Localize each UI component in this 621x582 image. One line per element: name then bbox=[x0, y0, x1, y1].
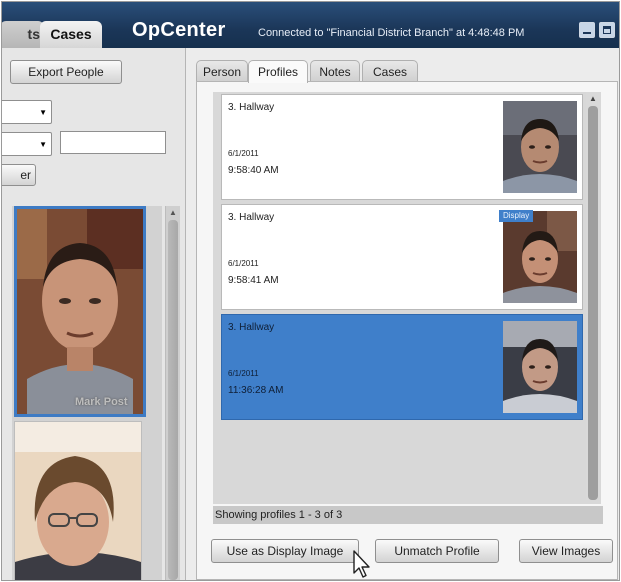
profiles-content: 3. Hallway 6/1/2011 9:58:40 AM 3. Hallwa… bbox=[196, 81, 618, 580]
profile-date: 6/1/2011 bbox=[228, 369, 259, 378]
profile-location: 3. Hallway bbox=[228, 212, 275, 223]
tab-notes[interactable]: Notes bbox=[310, 60, 360, 82]
profile-time: 11:36:28 AM bbox=[228, 385, 284, 396]
tab-cases-detail[interactable]: Cases bbox=[362, 60, 418, 82]
top-bar: ts Cases OpCenter Connected to "Financia… bbox=[2, 2, 619, 48]
profile-photo bbox=[503, 101, 577, 193]
person-thumbnail-selected[interactable]: Mark Post bbox=[14, 206, 146, 417]
profile-list: 3. Hallway 6/1/2011 9:58:40 AM 3. Hallwa… bbox=[213, 92, 601, 504]
tab-person[interactable]: Person bbox=[196, 60, 248, 82]
profile-time: 9:58:41 AM bbox=[228, 275, 279, 286]
unmatch-profile-button[interactable]: Unmatch Profile bbox=[375, 539, 499, 563]
scroll-thumb[interactable] bbox=[168, 220, 178, 580]
profile-date: 6/1/2011 bbox=[228, 259, 259, 268]
profile-date: 6/1/2011 bbox=[228, 149, 259, 158]
app-window: ts Cases OpCenter Connected to "Financia… bbox=[1, 1, 620, 581]
profile-time: 9:58:40 AM bbox=[228, 165, 279, 176]
profile-location: 3. Hallway bbox=[228, 322, 275, 333]
scroll-up-arrow-icon[interactable]: ▲ bbox=[589, 94, 597, 103]
tab-profiles[interactable]: Profiles bbox=[248, 60, 308, 83]
scroll-thumb[interactable] bbox=[588, 106, 598, 500]
person-name-label: Mark Post bbox=[75, 396, 128, 408]
right-panel: Person Profiles Notes Cases 3. Hallway 6… bbox=[186, 48, 619, 580]
profiles-count-status: Showing profiles 1 - 3 of 3 bbox=[213, 506, 603, 524]
left-scrollbar[interactable]: ▲ bbox=[165, 206, 180, 580]
use-as-display-image-button[interactable]: Use as Display Image bbox=[211, 539, 359, 563]
tab-cases[interactable]: Cases bbox=[40, 21, 102, 48]
filter-select-2[interactable]: ▼ bbox=[2, 132, 52, 156]
person-face-image bbox=[15, 422, 141, 580]
profile-card[interactable]: 3. Hallway 6/1/2011 9:58:41 AM Display bbox=[221, 204, 583, 310]
maximize-icon[interactable] bbox=[599, 22, 615, 38]
person-face-image bbox=[17, 209, 143, 414]
filter-select-1[interactable]: ▼ bbox=[2, 100, 52, 124]
app-brand: OpCenter bbox=[132, 19, 226, 41]
tab-people[interactable]: ts bbox=[2, 21, 44, 48]
profile-card-selected[interactable]: 3. Hallway 6/1/2011 11:36:28 AM bbox=[221, 314, 583, 420]
people-thumbnail-list: Mark Post bbox=[12, 206, 162, 580]
profile-list-scrollbar[interactable]: ▲ ▼ bbox=[586, 92, 600, 514]
profile-photo bbox=[503, 321, 577, 413]
left-panel: Export People ▼ ▼ er Mark Post ▲ bbox=[2, 48, 186, 580]
display-image-badge: Display bbox=[499, 210, 534, 222]
export-people-button[interactable]: Export People bbox=[10, 60, 122, 84]
filter-button[interactable]: er bbox=[2, 164, 36, 186]
connection-status: Connected to "Financial District Branch"… bbox=[258, 27, 525, 39]
view-images-button[interactable]: View Images bbox=[519, 539, 613, 563]
scroll-up-arrow-icon[interactable]: ▲ bbox=[169, 208, 177, 217]
minimize-icon[interactable] bbox=[579, 22, 595, 38]
profile-location: 3. Hallway bbox=[228, 102, 275, 113]
person-thumbnail[interactable] bbox=[14, 421, 142, 580]
profile-card[interactable]: 3. Hallway 6/1/2011 9:58:40 AM bbox=[221, 94, 583, 200]
filter-text-input[interactable] bbox=[60, 131, 166, 154]
mouse-cursor-icon bbox=[353, 550, 370, 578]
dropdown-arrow-icon: ▼ bbox=[39, 140, 47, 149]
profile-photo bbox=[503, 211, 577, 303]
dropdown-arrow-icon: ▼ bbox=[39, 108, 47, 117]
